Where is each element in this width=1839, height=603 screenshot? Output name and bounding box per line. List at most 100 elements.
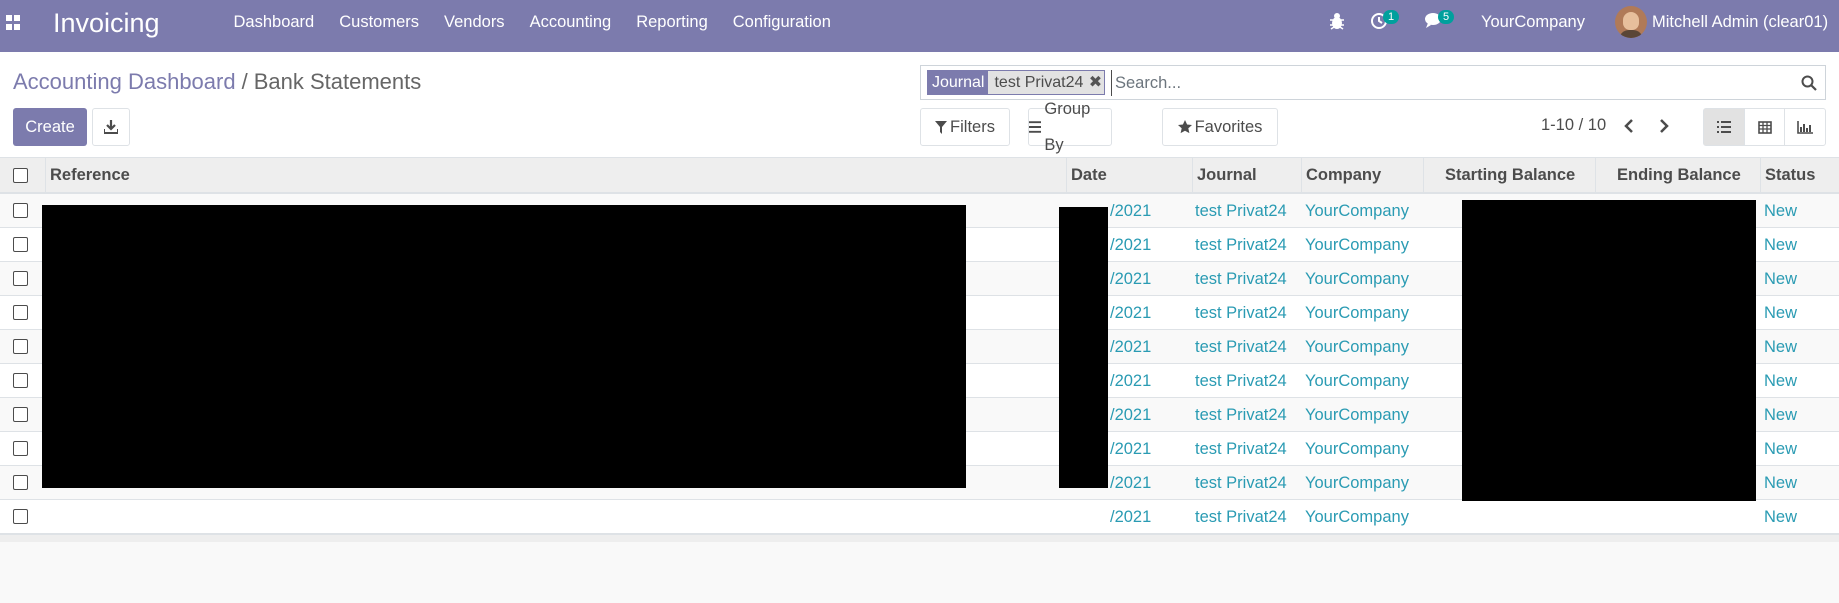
column-date[interactable]: Date — [1066, 158, 1194, 192]
export-download-button[interactable] — [92, 108, 130, 146]
cell-status: New — [1764, 270, 1798, 288]
row-checkbox[interactable] — [13, 475, 28, 490]
view-switcher — [1703, 108, 1826, 146]
messages-chat-icon[interactable]: 5 — [1425, 10, 1454, 35]
row-checkbox[interactable] — [13, 271, 28, 286]
cell-company: YourCompany — [1305, 236, 1409, 254]
column-reference[interactable]: Reference — [45, 158, 1063, 192]
search-input[interactable] — [1111, 70, 1751, 96]
redaction-block-reference — [42, 205, 966, 488]
apps-menu-icon[interactable] — [6, 15, 22, 31]
cell-date: /2021 — [1110, 474, 1152, 492]
cell-company: YourCompany — [1305, 202, 1409, 220]
download-icon — [104, 120, 118, 134]
cell-journal: test Privat24 — [1195, 440, 1287, 458]
row-checkbox[interactable] — [13, 237, 28, 252]
row-checkbox[interactable] — [13, 373, 28, 388]
cell-company: YourCompany — [1305, 474, 1409, 492]
menu-item-reporting[interactable]: Reporting — [624, 0, 721, 52]
select-all-checkbox[interactable] — [13, 168, 28, 183]
search-icon[interactable] — [1801, 75, 1817, 96]
row-checkbox[interactable] — [13, 305, 28, 320]
cell-journal: test Privat24 — [1195, 474, 1287, 492]
cell-status: New — [1764, 440, 1798, 458]
create-button[interactable]: Create — [13, 108, 87, 146]
cell-journal: test Privat24 — [1195, 338, 1287, 356]
user-avatar[interactable] — [1615, 6, 1647, 38]
graph-view-icon[interactable] — [1785, 109, 1825, 145]
column-starting-balance[interactable]: Starting Balance — [1423, 158, 1596, 192]
table-row[interactable]: /2021 test Privat24 YourCompany New — [0, 500, 1839, 534]
page-title: Bank Statements — [253, 69, 422, 94]
cell-date: /2021 — [1110, 508, 1152, 526]
pager-previous-icon[interactable] — [1623, 119, 1635, 138]
debug-bug-icon[interactable] — [1329, 12, 1345, 35]
filter-icon — [935, 120, 948, 134]
row-checkbox[interactable] — [13, 441, 28, 456]
menu-item-customers[interactable]: Customers — [327, 0, 432, 52]
cell-date: /2021 — [1110, 236, 1152, 254]
row-checkbox[interactable] — [13, 203, 28, 218]
table-header: Reference Date Journal Company Starting … — [0, 158, 1839, 194]
cell-date: /2021 — [1110, 406, 1152, 424]
facet-label: Journal — [928, 71, 989, 94]
column-status[interactable]: Status — [1760, 158, 1839, 192]
user-menu[interactable]: Mitchell Admin (clear01) — [1652, 0, 1828, 44]
menu-item-dashboard[interactable]: Dashboard — [221, 0, 327, 52]
cell-company: YourCompany — [1305, 304, 1409, 322]
redaction-block-balances — [1462, 200, 1756, 501]
menu-item-vendors[interactable]: Vendors — [432, 0, 518, 52]
cell-status: New — [1764, 406, 1798, 424]
cell-date: /2021 — [1110, 270, 1152, 288]
row-checkbox[interactable] — [13, 509, 28, 524]
company-switcher[interactable]: YourCompany — [1481, 0, 1585, 44]
control-panel: Accounting Dashboard / Bank Statements Cre… — [0, 52, 1839, 158]
row-checkbox[interactable] — [13, 407, 28, 422]
filters-label: Filters — [950, 118, 995, 136]
star-icon — [1177, 120, 1192, 134]
cell-company: YourCompany — [1305, 406, 1409, 424]
cell-company: YourCompany — [1305, 440, 1409, 458]
filters-button[interactable]: Filters — [920, 108, 1010, 146]
column-journal[interactable]: Journal — [1192, 158, 1302, 192]
cell-journal: test Privat24 — [1195, 236, 1287, 254]
cell-journal: test Privat24 — [1195, 202, 1287, 220]
group-by-button[interactable]: Group By — [1028, 100, 1112, 154]
cell-journal: test Privat24 — [1195, 406, 1287, 424]
cell-status: New — [1764, 508, 1798, 526]
list-view-icon[interactable] — [1704, 109, 1745, 145]
redaction-block-date — [1059, 207, 1108, 488]
cell-status: New — [1764, 372, 1798, 390]
cell-status: New — [1764, 338, 1798, 356]
cell-journal: test Privat24 — [1195, 508, 1287, 526]
cell-status: New — [1764, 236, 1798, 254]
bars-icon — [1029, 121, 1042, 133]
cell-date: /2021 — [1110, 372, 1152, 390]
main-menu: Dashboard Customers Vendors Accounting R… — [221, 0, 843, 52]
activity-clock-icon[interactable]: 1 — [1370, 10, 1399, 35]
cell-date: /2021 — [1110, 338, 1152, 356]
cell-company: YourCompany — [1305, 372, 1409, 390]
app-name[interactable]: Invoicing — [53, 8, 160, 39]
breadcrumb: Accounting Dashboard / Bank Statements — [13, 69, 421, 95]
cell-status: New — [1764, 202, 1798, 220]
group-by-label: Group By — [1044, 100, 1091, 154]
column-ending-balance[interactable]: Ending Balance — [1595, 158, 1762, 192]
menu-item-configuration[interactable]: Configuration — [720, 0, 843, 52]
pager-next-icon[interactable] — [1658, 119, 1670, 138]
column-company[interactable]: Company — [1301, 158, 1423, 192]
favorites-button[interactable]: Favorites — [1162, 108, 1278, 146]
messages-badge: 5 — [1438, 10, 1454, 24]
cell-status: New — [1764, 304, 1798, 322]
row-checkbox[interactable] — [13, 339, 28, 354]
cell-journal: test Privat24 — [1195, 270, 1287, 288]
cell-journal: test Privat24 — [1195, 372, 1287, 390]
cell-company: YourCompany — [1305, 338, 1409, 356]
cell-status: New — [1764, 474, 1798, 492]
menu-item-accounting[interactable]: Accounting — [517, 0, 624, 52]
breadcrumb-parent[interactable]: Accounting Dashboard — [13, 69, 236, 94]
favorites-label: Favorites — [1194, 118, 1263, 136]
cell-journal: test Privat24 — [1195, 304, 1287, 322]
pivot-view-icon[interactable] — [1745, 109, 1786, 145]
pager-value[interactable]: 1-10 / 10 — [1541, 116, 1606, 135]
